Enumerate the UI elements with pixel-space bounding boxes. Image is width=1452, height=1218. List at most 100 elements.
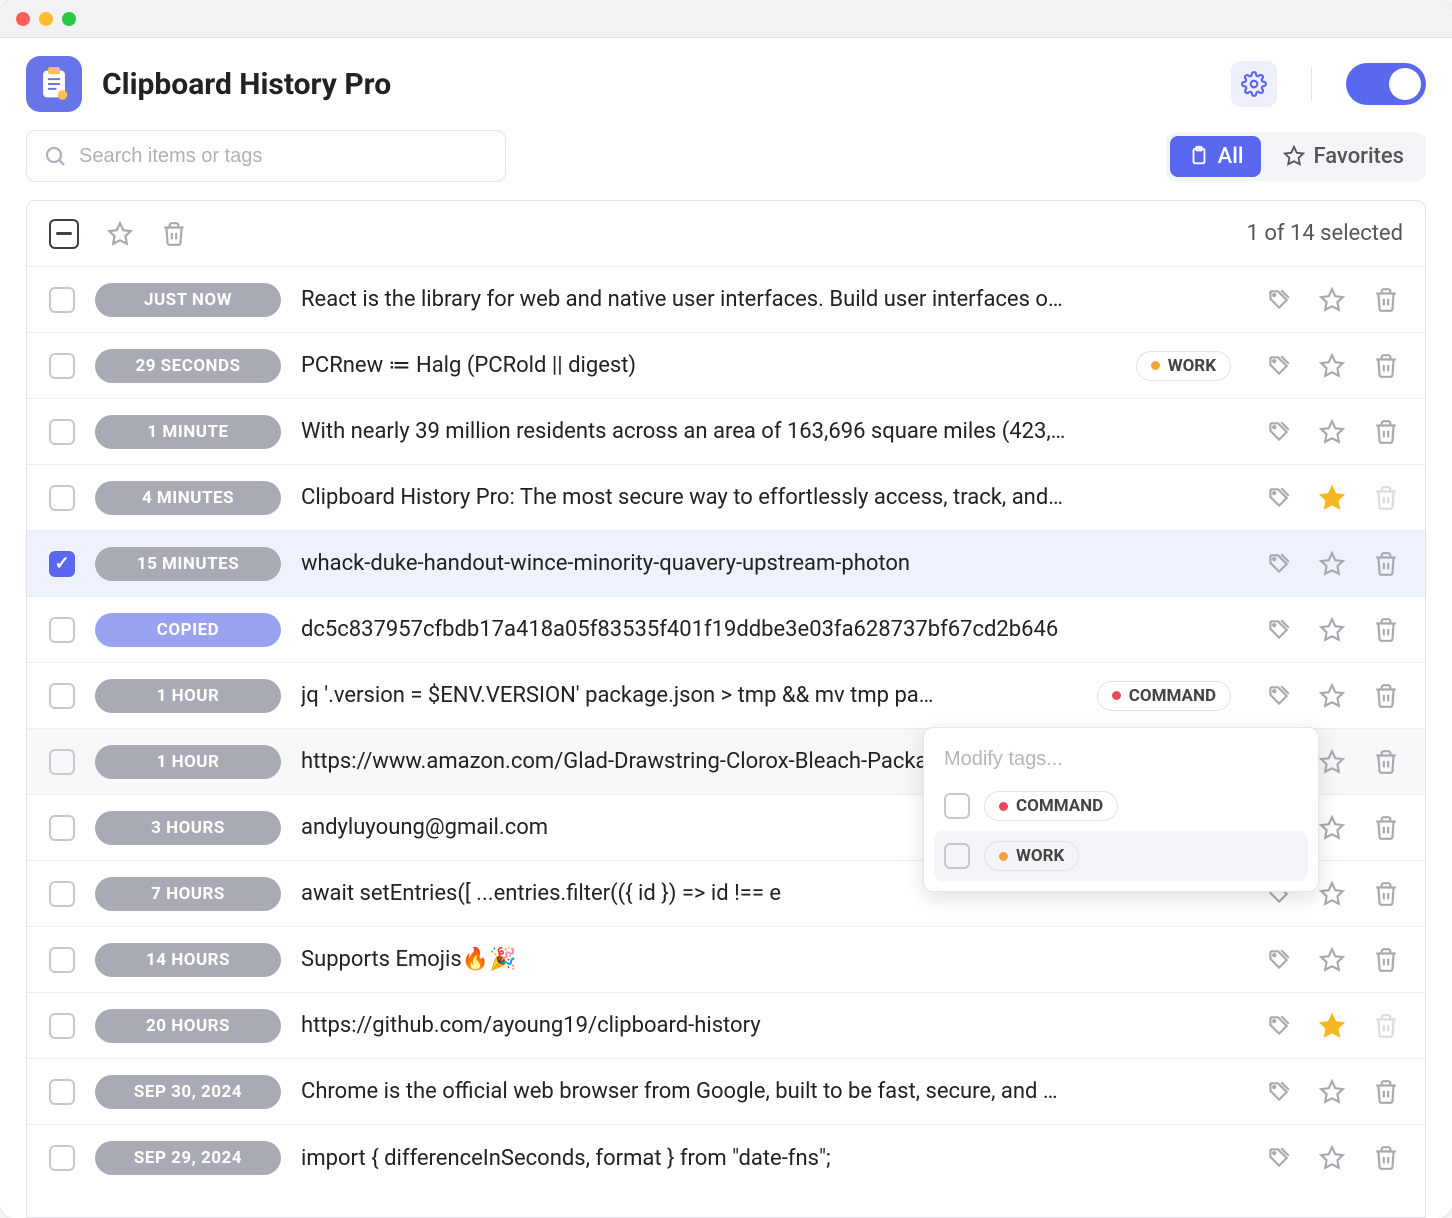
- tag-button[interactable]: [1261, 1009, 1295, 1043]
- tab-favorites[interactable]: Favorites: [1265, 136, 1422, 177]
- favorite-button[interactable]: [1315, 679, 1349, 713]
- item-content: Clipboard History Pro: The most secure w…: [301, 485, 1231, 510]
- search-icon: [43, 144, 67, 168]
- favorite-button[interactable]: [1315, 943, 1349, 977]
- tag-option[interactable]: COMMAND: [934, 781, 1308, 831]
- favorite-button[interactable]: [1315, 283, 1349, 317]
- favorite-button[interactable]: [1315, 1141, 1349, 1175]
- tag-badge: COMMAND: [1097, 681, 1231, 711]
- item-checkbox[interactable]: [49, 947, 75, 973]
- favorite-button[interactable]: [1315, 811, 1349, 845]
- maximize-window-button[interactable]: [62, 12, 76, 26]
- close-window-button[interactable]: [16, 12, 30, 26]
- item-content: dc5c837957cfbdb17a418a05f83535f401f19ddb…: [301, 617, 1231, 642]
- favorite-button[interactable]: [1315, 745, 1349, 779]
- list-item[interactable]: 1 HOUR jq '.version = $ENV.VERSION' packa…: [27, 663, 1425, 729]
- time-pill: 14 HOURS: [95, 943, 281, 977]
- favorite-all-button[interactable]: [107, 221, 133, 247]
- delete-button[interactable]: [1369, 283, 1403, 317]
- item-checkbox[interactable]: [49, 551, 75, 577]
- list-item[interactable]: 4 MINUTESClipboard History Pro: The most…: [27, 465, 1425, 531]
- item-content: https://github.com/ayoung19/clipboard-hi…: [301, 1013, 1231, 1038]
- item-checkbox[interactable]: [49, 287, 75, 313]
- delete-button[interactable]: [1369, 1141, 1403, 1175]
- item-checkbox[interactable]: [49, 1079, 75, 1105]
- delete-button[interactable]: [1369, 415, 1403, 449]
- tag-button[interactable]: [1261, 349, 1295, 383]
- master-toggle[interactable]: [1346, 63, 1426, 105]
- tag-option-checkbox[interactable]: [944, 843, 970, 869]
- item-actions: [1261, 679, 1403, 713]
- item-content: whack-duke-handout-wince-minority-quaver…: [301, 551, 1231, 576]
- delete-button[interactable]: [1369, 613, 1403, 647]
- tag-button[interactable]: [1261, 1141, 1295, 1175]
- tag-button[interactable]: [1261, 679, 1295, 713]
- tag-option[interactable]: WORK: [934, 831, 1308, 881]
- favorite-button[interactable]: [1315, 547, 1349, 581]
- search-box[interactable]: [26, 130, 506, 182]
- list-item[interactable]: 1 MINUTEWith nearly 39 million residents…: [27, 399, 1425, 465]
- time-pill: 1 MINUTE: [95, 415, 281, 449]
- delete-button[interactable]: [1369, 877, 1403, 911]
- tag-button[interactable]: [1261, 415, 1295, 449]
- item-checkbox[interactable]: [49, 749, 75, 775]
- tag-button[interactable]: [1261, 481, 1295, 515]
- list-item[interactable]: JUST NOWReact is the library for web and…: [27, 267, 1425, 333]
- tag-button[interactable]: [1261, 943, 1295, 977]
- app-title: Clipboard History Pro: [102, 67, 1211, 102]
- favorite-button[interactable]: [1315, 415, 1349, 449]
- delete-all-button[interactable]: [161, 221, 187, 247]
- item-checkbox[interactable]: [49, 1145, 75, 1171]
- list-item[interactable]: SEP 30, 2024Chrome is the official web b…: [27, 1059, 1425, 1125]
- item-content: jq '.version = $ENV.VERSION' package.jso…: [301, 683, 1069, 708]
- favorite-button[interactable]: [1315, 613, 1349, 647]
- item-checkbox[interactable]: [49, 419, 75, 445]
- delete-button[interactable]: [1369, 547, 1403, 581]
- settings-button[interactable]: [1231, 61, 1277, 107]
- tag-button[interactable]: [1261, 613, 1295, 647]
- tag-button[interactable]: [1261, 283, 1295, 317]
- delete-button[interactable]: [1369, 811, 1403, 845]
- list-item[interactable]: 29 SECONDSPCRnew ≔ Halg (PCRold || diges…: [27, 333, 1425, 399]
- favorite-button[interactable]: [1315, 1009, 1349, 1043]
- item-checkbox[interactable]: [49, 683, 75, 709]
- tab-all[interactable]: All: [1170, 136, 1262, 177]
- tag-button[interactable]: [1261, 547, 1295, 581]
- item-actions: [1261, 283, 1403, 317]
- tags-popup-input[interactable]: [934, 738, 1308, 781]
- list-item[interactable]: 20 HOURShttps://github.com/ayoung19/clip…: [27, 993, 1425, 1059]
- clipboard-icon: [1188, 145, 1210, 167]
- item-checkbox[interactable]: [49, 353, 75, 379]
- list-item[interactable]: 14 HOURSSupports Emojis🔥🎉: [27, 927, 1425, 993]
- delete-button[interactable]: [1369, 1075, 1403, 1109]
- favorite-button[interactable]: [1315, 1075, 1349, 1109]
- item-actions: [1261, 1141, 1403, 1175]
- item-checkbox[interactable]: [49, 617, 75, 643]
- delete-button[interactable]: [1369, 745, 1403, 779]
- favorite-button[interactable]: [1315, 349, 1349, 383]
- select-all-checkbox[interactable]: [49, 219, 79, 249]
- search-input[interactable]: [79, 145, 489, 168]
- time-pill: SEP 30, 2024: [95, 1075, 281, 1109]
- delete-button[interactable]: [1369, 349, 1403, 383]
- item-checkbox[interactable]: [49, 485, 75, 511]
- list-item[interactable]: 15 MINUTESwhack-duke-handout-wince-minor…: [27, 531, 1425, 597]
- item-checkbox[interactable]: [49, 881, 75, 907]
- item-checkbox[interactable]: [49, 815, 75, 841]
- tag-option-label: COMMAND: [984, 791, 1118, 821]
- time-pill: 1 HOUR: [95, 679, 281, 713]
- divider: [1311, 67, 1312, 101]
- favorite-button[interactable]: [1315, 481, 1349, 515]
- item-checkbox[interactable]: [49, 1013, 75, 1039]
- delete-button[interactable]: [1369, 679, 1403, 713]
- tag-option-checkbox[interactable]: [944, 793, 970, 819]
- list-item[interactable]: COPIEDdc5c837957cfbdb17a418a05f83535f401…: [27, 597, 1425, 663]
- item-actions: [1261, 481, 1403, 515]
- list-item[interactable]: SEP 29, 2024import { differenceInSeconds…: [27, 1125, 1425, 1191]
- favorite-button[interactable]: [1315, 877, 1349, 911]
- tag-button[interactable]: [1261, 1075, 1295, 1109]
- item-actions: [1261, 1009, 1403, 1043]
- time-pill: 7 HOURS: [95, 877, 281, 911]
- minimize-window-button[interactable]: [39, 12, 53, 26]
- delete-button[interactable]: [1369, 943, 1403, 977]
